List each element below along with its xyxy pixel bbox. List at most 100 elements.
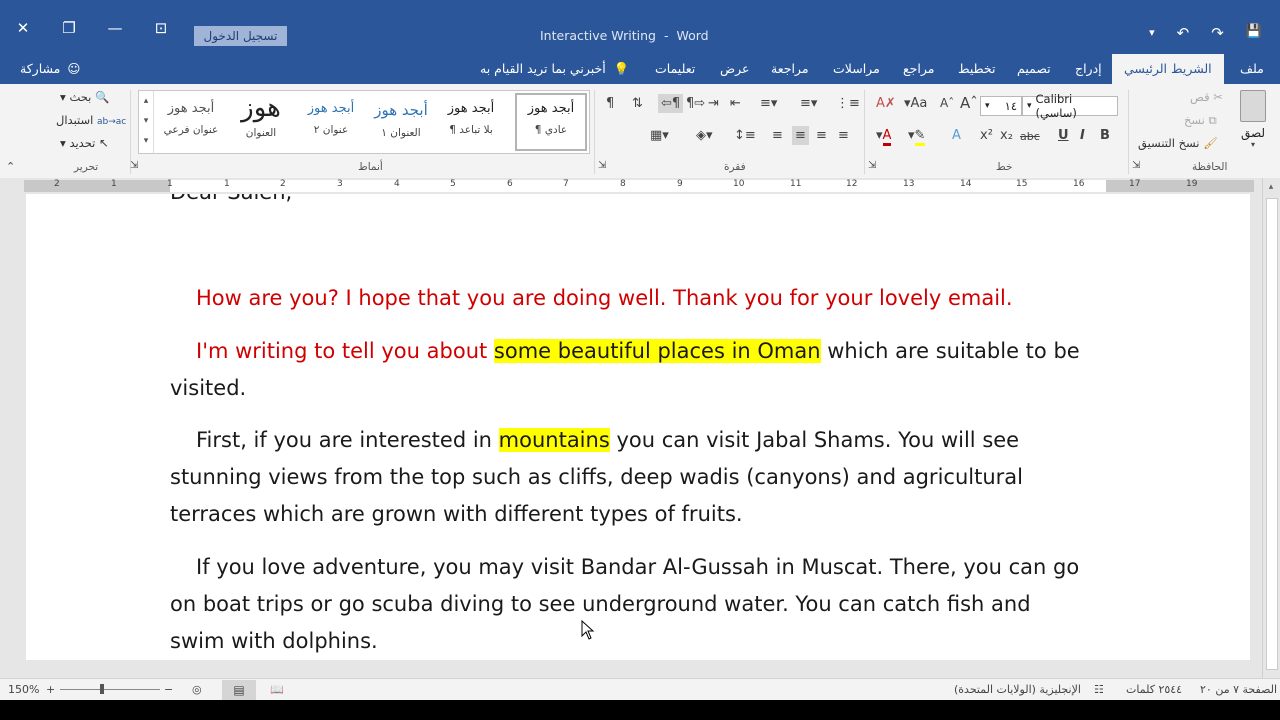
font-size-combo[interactable]: ▾ ١٤ (980, 96, 1022, 116)
collapse-ribbon-icon[interactable]: ⌃ (6, 160, 15, 173)
ribbon-display-icon[interactable]: ⊡ (144, 16, 178, 40)
text-effects-icon[interactable]: A (952, 128, 961, 143)
vertical-scrollbar[interactable]: ▴ (1262, 178, 1280, 678)
style-no-spacing[interactable]: أبجد هوز ¶ بلا تباعد (437, 95, 505, 149)
cut-button[interactable]: قص ✂ (1190, 90, 1223, 104)
ltr-direction-icon[interactable]: ¶⇨ (686, 96, 705, 111)
app-name: Word (676, 28, 709, 43)
read-mode-icon[interactable]: 📖 (270, 683, 284, 696)
paragraph-launcher-icon[interactable]: ⇲ (598, 160, 606, 171)
zoom-slider[interactable] (60, 684, 160, 694)
zoom-level[interactable]: 150% (8, 683, 39, 696)
ruler-number: 17 (1129, 179, 1141, 189)
font-color-icon[interactable]: ▾A (876, 128, 892, 146)
shading-icon[interactable]: ◈▾ (696, 128, 713, 143)
zoom-out-button[interactable]: − (164, 683, 173, 696)
language-indicator[interactable]: الإنجليزية (الولايات المتحدة) (954, 683, 1081, 696)
tab-design[interactable]: تصميم (1017, 61, 1051, 76)
shrink-font-button[interactable]: Aˆ (940, 96, 954, 110)
undo-icon[interactable]: ↶ (1177, 24, 1190, 42)
style-normal[interactable]: أبجد هوز ¶ عادي (515, 93, 587, 151)
tab-layout[interactable]: تخطيط (958, 61, 995, 76)
superscript-button[interactable]: x² (980, 128, 993, 143)
format-painter-button[interactable]: نسخ التنسيق 🖌 (1138, 136, 1218, 150)
restore-icon[interactable]: ❐ (52, 16, 86, 40)
paste-button[interactable]: لصق ▾ (1236, 90, 1270, 150)
tab-references[interactable]: مراجع (903, 61, 934, 76)
ruler-number: 11 (790, 179, 802, 189)
gallery-scroll[interactable]: ▴ ▾ ▾ (139, 91, 154, 153)
web-layout-icon[interactable]: ◎ (192, 683, 202, 696)
ruler-number: 15 (1016, 179, 1028, 189)
select-button[interactable]: ▾ تحديد ↖ (60, 136, 109, 150)
sort-icon[interactable]: ⇅ (632, 96, 643, 111)
line-spacing-icon[interactable]: ↕≡ (734, 128, 756, 143)
borders-icon[interactable]: ▦▾ (650, 128, 669, 143)
strikethrough-button[interactable]: abc (1020, 130, 1040, 143)
rtl-direction-icon[interactable]: ⇦¶ (658, 94, 684, 113)
align-center-icon[interactable]: ≡ (816, 128, 827, 143)
print-layout-icon[interactable]: ▤ (222, 680, 256, 700)
align-left-icon[interactable]: ≡ (838, 128, 849, 143)
word-count[interactable]: ٢٥٤٤ كلمات (1126, 683, 1182, 696)
ruler-number: 10 (733, 179, 745, 189)
document-area: Dear Saleh, How are you? I hope that you… (0, 194, 1262, 678)
subscript-button[interactable]: x₂ (1000, 128, 1013, 143)
document-page[interactable]: Dear Saleh, How are you? I hope that you… (26, 194, 1250, 660)
styles-group-label: أنماط (358, 161, 383, 173)
styles-launcher-icon[interactable]: ⇲ (130, 160, 138, 171)
tab-file[interactable]: ملف (1240, 61, 1264, 76)
tab-mailings[interactable]: مراسلات (833, 61, 880, 76)
italic-button[interactable]: I (1080, 128, 1085, 143)
proofing-icon[interactable]: ☷ (1094, 683, 1104, 696)
tell-me-search[interactable]: أخبرني بما تريد القيام به 💡 (480, 61, 629, 77)
customize-qat-icon[interactable]: ▾ (1149, 24, 1155, 42)
align-right-icon[interactable]: ≡ (792, 126, 809, 145)
tab-review[interactable]: مراجعة (771, 61, 809, 76)
font-group-label: خط (996, 161, 1013, 173)
ruler-number: 16 (1073, 179, 1085, 189)
search-icon: 🔍 (95, 90, 110, 104)
bullets-icon[interactable]: ⋮≡ (836, 96, 860, 111)
underline-button[interactable]: U (1058, 128, 1069, 143)
tab-view[interactable]: عرض (720, 61, 749, 76)
decrease-indent-icon[interactable]: ⇤ (730, 96, 741, 111)
share-button[interactable]: مشاركة ☺ (20, 61, 80, 76)
scroll-thumb[interactable] (1266, 198, 1278, 670)
zoom-in-button[interactable]: + (46, 683, 55, 696)
style-subtitle[interactable]: أبجد هوز عنوان فرعي (157, 95, 225, 149)
save-icon[interactable]: 💾 (1246, 24, 1262, 42)
horizontal-ruler[interactable]: 2 1 1 1 2 3 4 5 6 7 8 9 10 11 12 13 14 15 16 17 19 (0, 178, 1280, 194)
multilevel-list-icon[interactable]: ≡▾ (760, 96, 777, 111)
font-name-combo[interactable]: ▾ Calibri (ساسي) (1022, 92, 1118, 120)
style-title[interactable]: هوز العنوان (227, 91, 295, 145)
highlight-color-icon[interactable]: ▾✎ (908, 128, 926, 146)
close-icon[interactable]: ✕ (6, 16, 40, 40)
bold-button[interactable]: B (1100, 128, 1110, 143)
replace-button[interactable]: استبدال ab→ac (56, 113, 126, 127)
tab-home[interactable]: الشريط الرئيسي (1112, 54, 1224, 84)
justify-icon[interactable]: ≡ (772, 128, 783, 143)
show-marks-icon[interactable]: ¶ (606, 96, 614, 111)
minimize-icon[interactable]: — (98, 16, 132, 40)
grow-font-button[interactable]: Aˆ (960, 94, 978, 112)
ruler-number: 2 (280, 179, 286, 189)
copy-button[interactable]: نسخ ⧉ (1184, 113, 1217, 128)
sign-in-button[interactable]: تسجيل الدخول (194, 26, 287, 46)
style-heading-2[interactable]: أبجد هوز عنوان ٢ (297, 95, 365, 149)
style-heading-1[interactable]: أبجد هوز العنوان ١ (367, 95, 435, 149)
font-launcher-icon[interactable]: ⇲ (868, 160, 876, 171)
numbering-icon[interactable]: ≡▾ (800, 96, 817, 111)
copy-icon: ⧉ (1208, 113, 1217, 127)
tab-insert[interactable]: إدراج (1075, 61, 1102, 76)
increase-indent-icon[interactable]: ⇥ (708, 96, 719, 111)
clear-formatting-icon[interactable]: A✗ (876, 96, 896, 111)
zoom-slider-thumb[interactable] (100, 684, 104, 694)
page-number[interactable]: الصفحة ٧ من ٢٠ (1200, 683, 1277, 696)
tab-help[interactable]: تعليمات (655, 61, 695, 76)
change-case-button[interactable]: ▾Aa (904, 96, 927, 111)
document-name: Interactive Writing (540, 28, 656, 43)
redo-icon[interactable]: ↷ (1211, 24, 1224, 42)
find-button[interactable]: ▾ بحث 🔍 (60, 90, 109, 104)
clipboard-launcher-icon[interactable]: ⇲ (1132, 160, 1140, 171)
